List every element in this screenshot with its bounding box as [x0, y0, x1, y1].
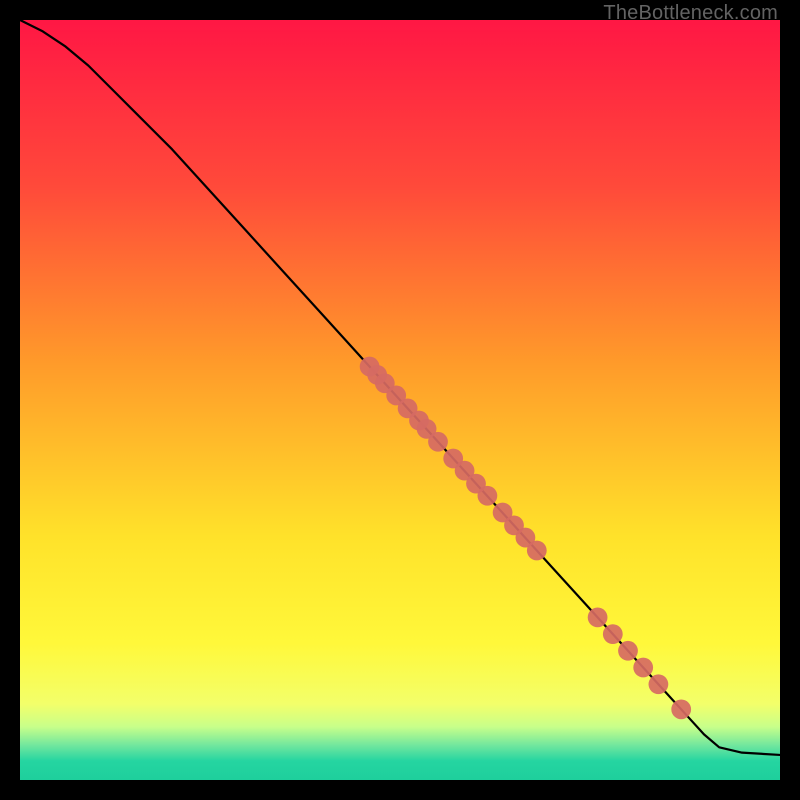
data-point	[618, 641, 638, 661]
data-point	[671, 699, 691, 719]
data-point	[478, 486, 498, 506]
data-point	[603, 624, 623, 644]
chart-frame	[20, 20, 780, 780]
data-point	[588, 607, 608, 627]
chart-canvas	[20, 20, 780, 780]
data-point	[428, 432, 448, 452]
data-point	[527, 541, 547, 561]
data-point	[633, 658, 653, 678]
data-point	[649, 674, 669, 694]
